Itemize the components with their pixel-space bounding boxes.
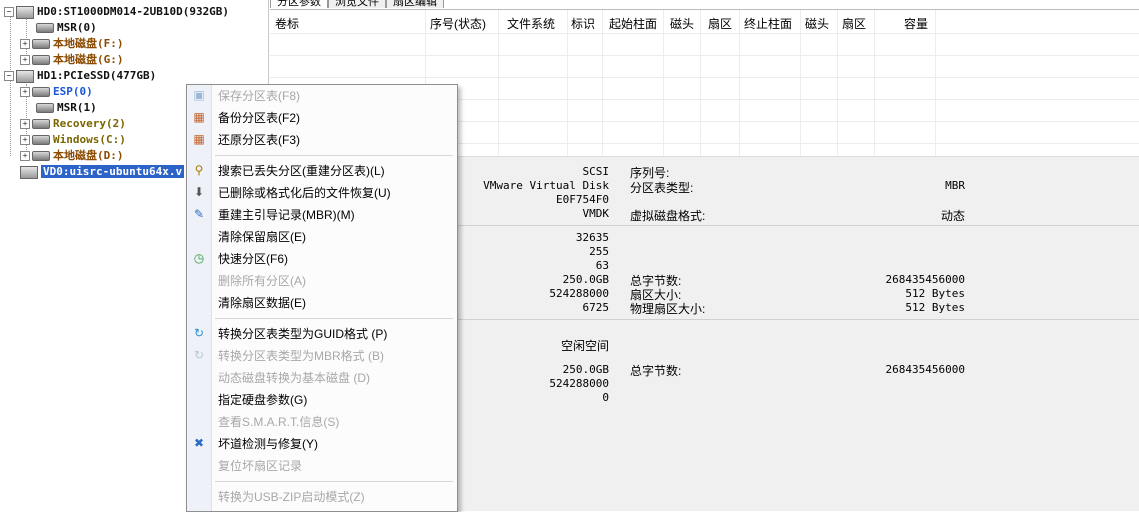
tree-item-hd0[interactable]: − HD0:ST1000DM014-2UB10D(932GB) [4, 4, 229, 20]
menu-item-bad-sector-check[interactable]: ✖ 坏道检测与修复(Y) [187, 433, 457, 455]
total-sectors-value: 524288000 [549, 287, 609, 300]
additional-sectors-value: 6725 [582, 301, 610, 314]
save-icon: ▣ [193, 88, 205, 102]
model-value: VMware Virtual Disk [483, 179, 609, 192]
menu-item-restore-partition-table[interactable]: ▦ 还原分区表(F3) [187, 129, 457, 151]
heads-value: 255 [589, 245, 609, 258]
expand-icon[interactable]: + [20, 39, 30, 49]
free-capacity-value: 250.0GB [562, 363, 609, 376]
virtual-disk-format-label: 虚拟磁盘格式: [630, 209, 706, 223]
menu-item-specify-disk-params[interactable]: 指定硬盘参数(G) [187, 389, 457, 411]
col-header-start-cylinder[interactable]: 起始柱面 [609, 15, 657, 32]
collapse-icon[interactable]: − [4, 7, 14, 17]
backup-icon: ▦ [193, 110, 205, 124]
partition-icon [32, 135, 50, 145]
tree-item-d-drive[interactable]: + 本地磁盘(D:) [20, 148, 124, 164]
partition-icon [32, 151, 50, 161]
col-header-flag[interactable]: 标识 [571, 15, 595, 32]
menu-item-delete-all-partitions[interactable]: 删除所有分区(A) [187, 270, 457, 292]
sector-size-value: 512 Bytes [905, 287, 965, 300]
tools-icon: ✖ [193, 436, 205, 450]
total-bytes-value: 268435456000 [885, 273, 965, 286]
col-header-end-head[interactable]: 磁头 [805, 15, 829, 32]
convert-icon: ↻ [193, 326, 205, 340]
col-header-capacity[interactable]: 容量 [904, 15, 928, 32]
tree-item-f-drive[interactable]: + 本地磁盘(F:) [20, 36, 124, 52]
menu-item-clear-reserved-sectors[interactable]: 清除保留扇区(E) [187, 226, 457, 248]
tab-bar: 分区参数 浏览文件 扇区编辑 [270, 0, 444, 8]
recover-icon: ⬇ [193, 185, 205, 199]
menu-item-rebuild-mbr[interactable]: ✎ 重建主引导记录(MBR)(M) [187, 204, 457, 226]
partition-icon [36, 23, 54, 33]
tree-item-msr0[interactable]: MSR(0) [36, 20, 97, 36]
expand-icon[interactable]: + [20, 55, 30, 65]
menu-item-search-lost-partitions[interactable]: ⚲ 搜索已丢失分区(重建分区表)(L) [187, 160, 457, 182]
sectors-per-track-value: 63 [595, 259, 609, 272]
col-header-end-sector[interactable]: 扇区 [842, 15, 866, 32]
col-header-sector[interactable]: 扇区 [708, 15, 732, 32]
menu-item-view-smart-info[interactable]: 查看S.M.A.R.T.信息(S) [187, 411, 457, 433]
partition-icon [32, 55, 50, 65]
virtual-disk-format-value: 动态 [940, 209, 965, 223]
clock-icon: ◷ [193, 251, 205, 265]
menu-item-quick-partition[interactable]: ◷ 快速分区(F6) [187, 248, 457, 270]
tree-item-hd1[interactable]: − HD1:PCIeSSD(477GB) [4, 68, 156, 84]
menu-item-reset-bad-sector-record[interactable]: 复位坏扇区记录 [187, 455, 457, 477]
menu-item-dynamic-to-basic[interactable]: 动态磁盘转换为基本磁盘 (D) [187, 367, 457, 389]
expand-icon[interactable]: + [20, 135, 30, 145]
col-header-index-status[interactable]: 序号(状态) [430, 15, 486, 32]
free-start-sector-value: 0 [602, 391, 609, 404]
tab-sector-edit[interactable]: 扇区编辑 [386, 0, 444, 8]
expand-icon[interactable]: + [20, 119, 30, 129]
tree-item-recovery[interactable]: + Recovery(2) [20, 116, 126, 132]
expand-icon[interactable]: + [20, 87, 30, 97]
hard-disk-icon [16, 5, 34, 19]
menu-item-wipe-sector-data[interactable]: 清除扇区数据(E) [187, 292, 457, 314]
restore-icon: ▦ [193, 132, 205, 146]
free-space-title: 空闲空间 [561, 339, 610, 353]
free-total-bytes-label: 总字节数: [630, 364, 682, 378]
col-header-filesystem[interactable]: 文件系统 [507, 15, 555, 32]
disk-id-value: E0F754F0 [556, 193, 609, 206]
tree-item-msr1[interactable]: MSR(1) [36, 100, 97, 116]
tree-item-esp[interactable]: + ESP(0) [20, 84, 93, 100]
hard-disk-icon [16, 69, 34, 83]
cylinders-value: 32635 [575, 231, 609, 244]
partition-icon [32, 87, 50, 97]
expand-icon[interactable]: + [20, 151, 30, 161]
menu-item-file-recovery[interactable]: ⬇ 已删除或格式化后的文件恢复(U) [187, 182, 457, 204]
menu-item-convert-to-guid[interactable]: ↻ 转换分区表类型为GUID格式 (P) [187, 323, 457, 345]
disk-format-value: VMDK [582, 207, 610, 220]
collapse-icon[interactable]: − [4, 71, 14, 81]
partition-icon [32, 119, 50, 129]
free-total-bytes-value: 268435456000 [885, 363, 965, 376]
context-menu: ▣ 保存分区表(F8) ▦ 备份分区表(F2) ▦ 还原分区表(F3) ⚲ 搜索… [186, 84, 458, 512]
menu-item-backup-partition-table[interactable]: ▦ 备份分区表(F2) [187, 107, 457, 129]
col-header-head[interactable]: 磁头 [670, 15, 694, 32]
free-sectors-value: 524288000 [549, 377, 609, 390]
tab-browse-files[interactable]: 浏览文件 [328, 0, 386, 8]
physical-sector-size-value: 512 Bytes [905, 301, 965, 314]
tree-item-g-drive[interactable]: + 本地磁盘(G:) [20, 52, 124, 68]
partition-icon [36, 103, 54, 113]
partition-table-type-value: MBR [945, 179, 965, 192]
tree-item-vd0[interactable]: VD0:uisrc-ubuntu64x.v [20, 164, 185, 180]
menu-item-convert-usb-zip[interactable]: 转换为USB-ZIP启动模式(Z) [187, 486, 457, 508]
partition-table-type-label: 分区表类型: [630, 181, 694, 195]
total-capacity-value: 250.0GB [562, 273, 609, 286]
physical-sector-size-label: 物理扇区大小: [630, 302, 706, 316]
col-header-volume-label[interactable]: 卷标 [275, 15, 299, 32]
tab-partition-params[interactable]: 分区参数 [270, 0, 328, 8]
virtual-disk-icon [20, 165, 38, 179]
interface-type-value: SCSI [582, 165, 610, 178]
convert-icon: ↻ [193, 348, 205, 362]
search-icon: ⚲ [194, 163, 204, 177]
menu-item-save-partition-table[interactable]: ▣ 保存分区表(F8) [187, 85, 457, 107]
partition-icon [32, 39, 50, 49]
edit-icon: ✎ [193, 207, 205, 221]
col-header-end-cylinder[interactable]: 终止柱面 [744, 15, 792, 32]
tree-item-windows-c[interactable]: + Windows(C:) [20, 132, 126, 148]
menu-item-convert-to-mbr[interactable]: ↻ 转换分区表类型为MBR格式 (B) [187, 345, 457, 367]
